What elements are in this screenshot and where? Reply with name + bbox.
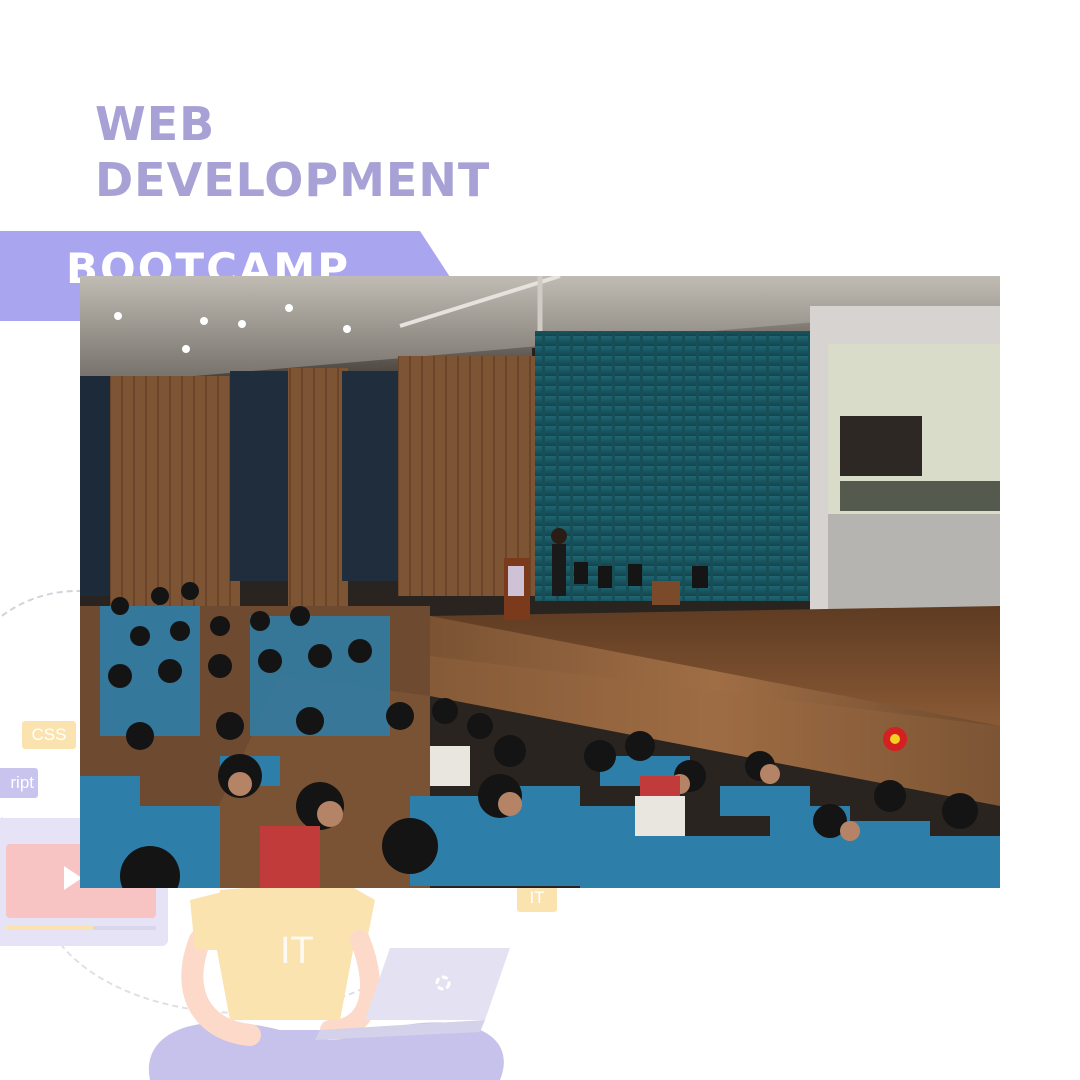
- title-line-2: DEVELOPMENT: [95, 153, 491, 207]
- css-tag: CSS: [22, 721, 76, 749]
- title-line-1: WEB: [95, 97, 216, 151]
- auditorium-scene: [80, 276, 1000, 888]
- it-tag: IT: [517, 884, 557, 912]
- person-with-laptop-illustration: [148, 880, 510, 1080]
- auditorium-photo: [80, 276, 1000, 888]
- script-tag: ript: [0, 768, 38, 798]
- shirt-label: IT: [280, 930, 314, 972]
- video-progress-fill: [6, 926, 93, 930]
